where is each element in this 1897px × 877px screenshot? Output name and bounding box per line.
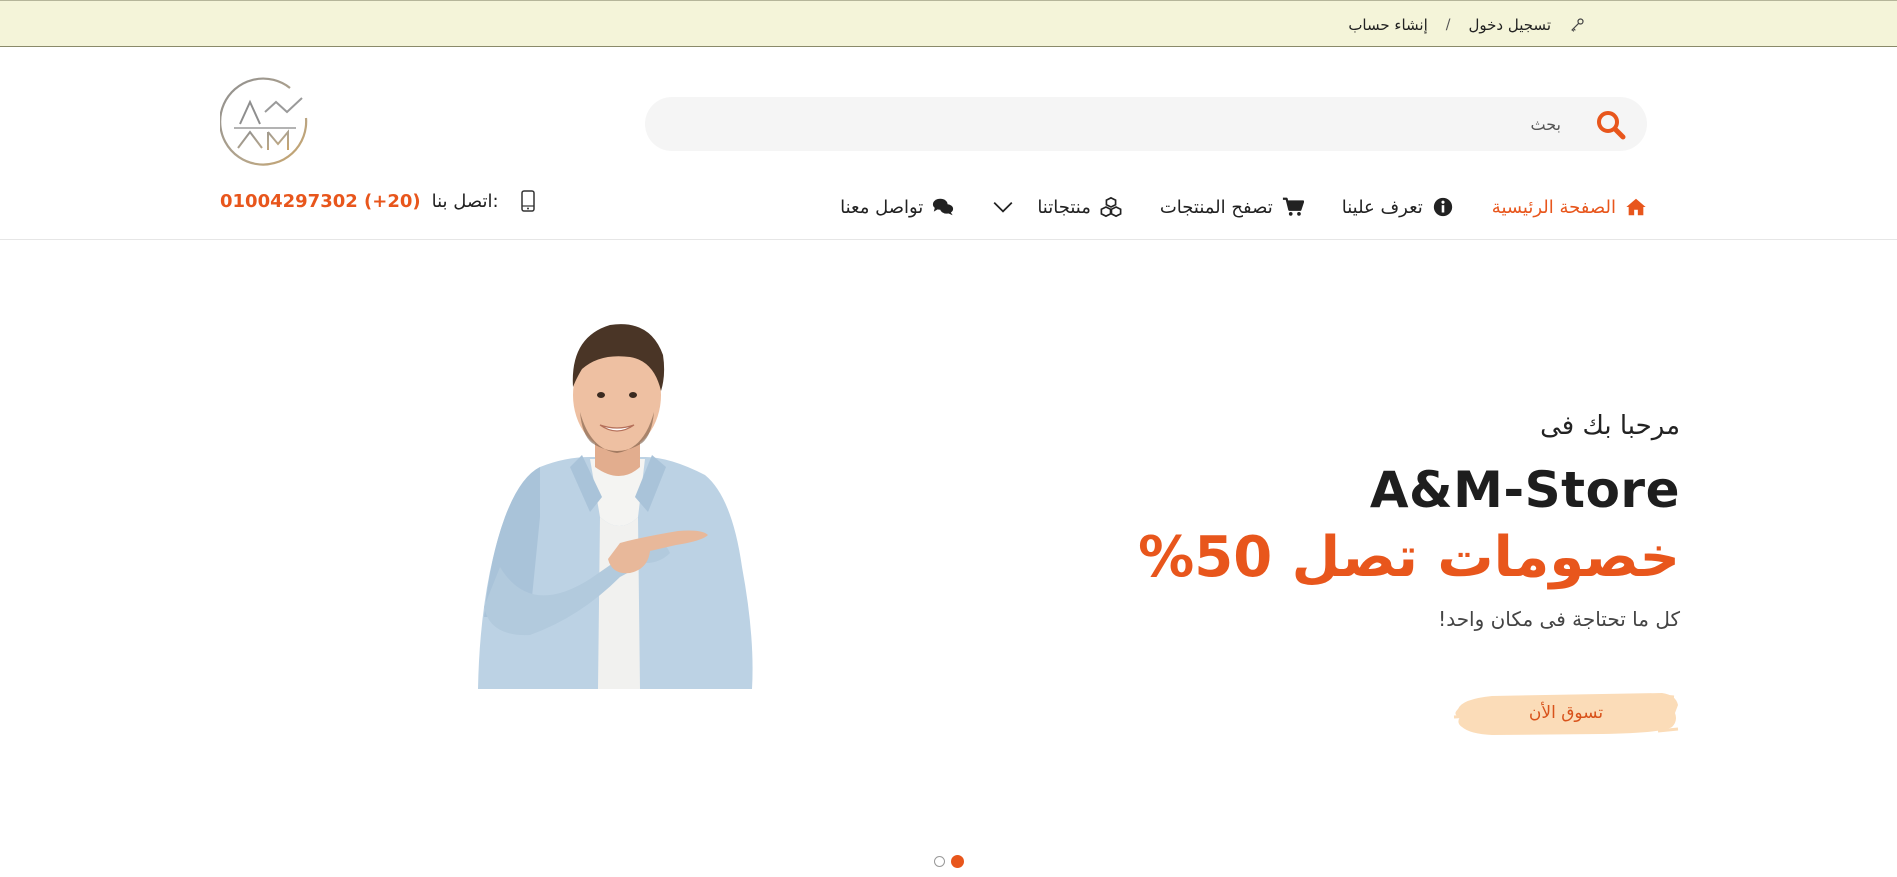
nav-item-label: الصفحة الرئيسية [1491,196,1616,218]
login-link[interactable]: تسجيل دخول [1469,16,1552,34]
nav-item-home[interactable]: الصفحة الرئيسية [1492,196,1647,218]
nav-item-label: تواصل معنا [840,196,924,218]
info-icon [1433,197,1452,217]
cubes-icon [1100,196,1122,218]
auth-separator: / [1445,17,1451,33]
nav-item-label: منتجاتنا [1037,196,1091,218]
chevron-down-icon[interactable] [992,196,1014,218]
hero-tagline: كل ما تحتاجة فى مكان واحد! [1438,607,1680,631]
slider-dot-2[interactable] [934,856,945,867]
key-icon [1571,18,1584,32]
top-bar: تسجيل دخول / إنشاء حساب [0,0,1897,47]
contact-label: اتصل بنا: [431,190,499,212]
slider-dots [934,855,964,868]
search-bar [645,97,1647,151]
nav-item-contact[interactable]: تواصل معنا [840,196,954,218]
cart-icon [1282,197,1304,216]
contact-info: 01004297302 (+20) اتصل بنا: [220,188,536,214]
chat-icon [933,198,954,216]
nav-item-about[interactable]: تعرف علينا [1342,196,1454,218]
hero-model-image [478,324,753,689]
hero-text-block: مرحبا بك فى A&M-Store خصومات تصل 50% كل … [980,411,1680,631]
hero-slider: مرحبا بك فى A&M-Store خصومات تصل 50% كل … [0,241,1897,877]
shop-now-label: تسوق الأن [1528,703,1604,723]
store-logo[interactable] [220,74,312,166]
shop-now-button[interactable]: تسوق الأن [1452,687,1680,739]
slider-dot-1[interactable] [951,855,964,868]
hero-welcome: مرحبا بك فى [1540,411,1680,441]
mobile-icon [520,190,535,212]
search-icon[interactable] [1595,109,1627,141]
signup-link[interactable]: إنشاء حساب [1348,16,1427,34]
nav-item-label: تعرف علينا [1341,196,1423,218]
hero-brand-name: A&M-Store [1369,461,1680,519]
contact-phone[interactable]: 01004297302 (+20) [220,191,421,212]
home-icon [1626,198,1646,216]
nav-item-our-products[interactable]: منتجاتنا [992,196,1122,218]
main-nav: الصفحة الرئيسية تعرف علينا تصفح المنتجات [840,192,1647,222]
auth-links: تسجيل دخول / إنشاء حساب [1348,15,1585,35]
site-header: الصفحة الرئيسية تعرف علينا تصفح المنتجات [0,48,1897,240]
hero-discount-headline: خصومات تصل 50% [1138,525,1680,590]
nav-item-browse-products[interactable]: تصفح المنتجات [1160,196,1304,218]
nav-item-label: تصفح المنتجات [1159,196,1273,218]
search-input[interactable] [701,97,1561,151]
